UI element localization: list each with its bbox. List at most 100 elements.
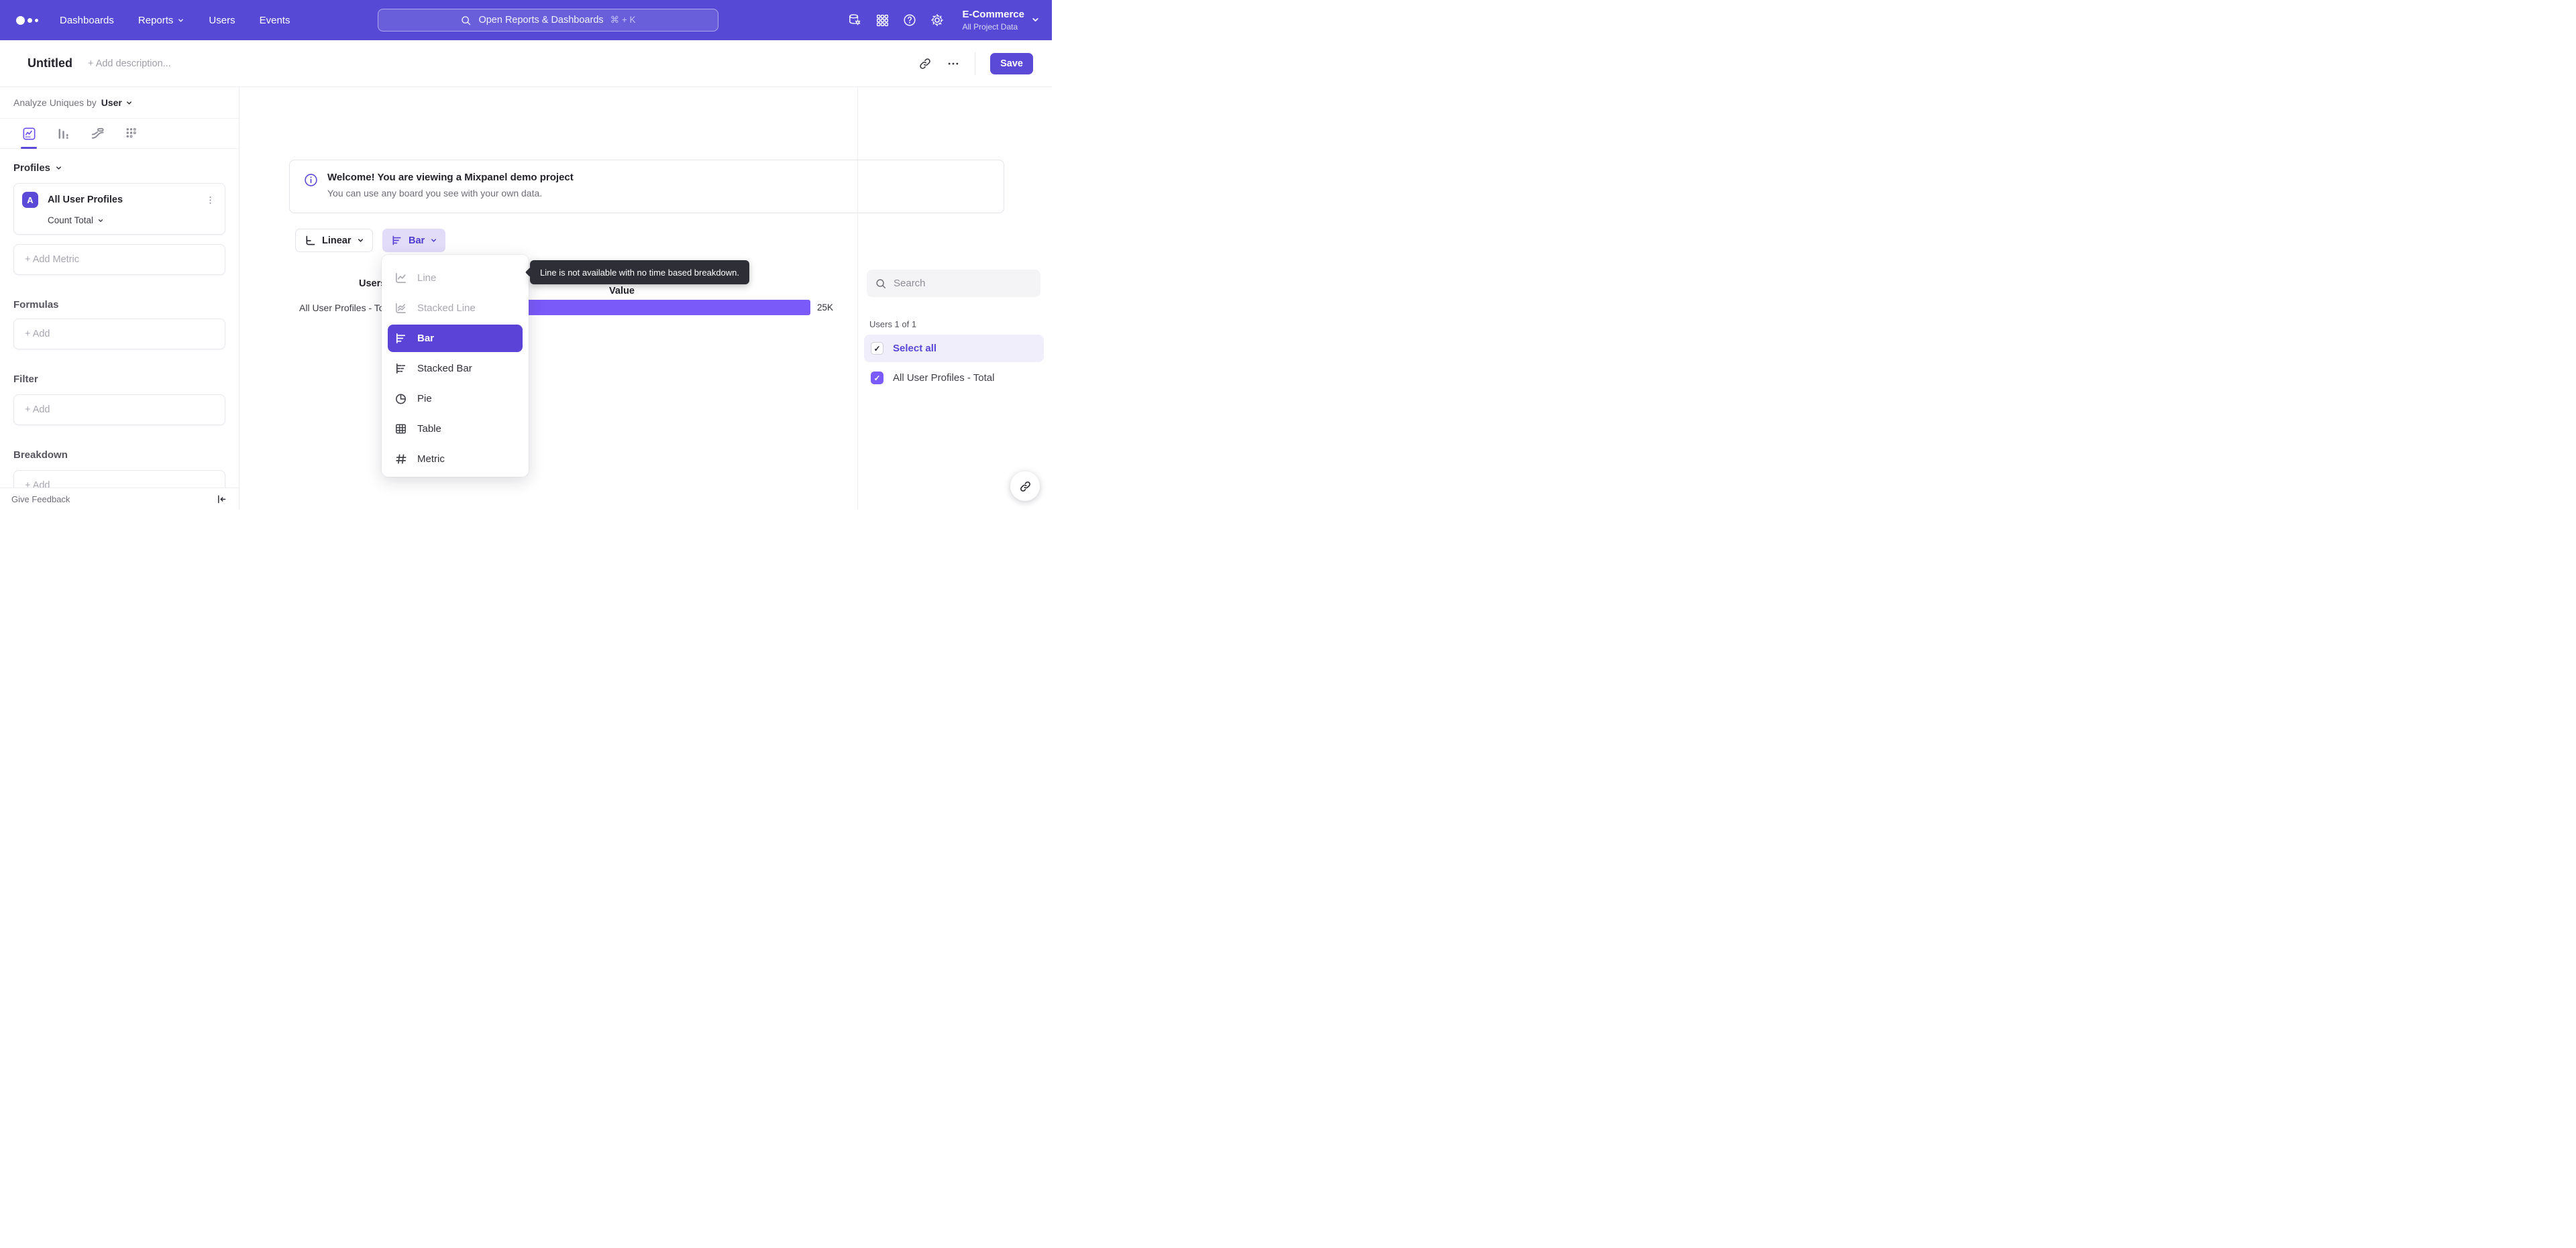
- series-item-row[interactable]: ✓ All User Profiles - Total: [864, 364, 1044, 392]
- series-item-label: All User Profiles - Total: [893, 372, 995, 384]
- profiles-heading-label: Profiles: [13, 162, 51, 174]
- menu-item-stacked-bar[interactable]: Stacked Bar: [382, 353, 529, 384]
- menu-item-stacked-line[interactable]: Stacked Line: [382, 293, 529, 323]
- insights-chart-icon: [21, 126, 37, 141]
- analyze-label: Analyze Uniques by: [13, 97, 97, 108]
- series-search-field[interactable]: [867, 270, 1040, 297]
- chevron-down-icon: [1031, 15, 1040, 24]
- menu-item-metric[interactable]: Metric: [382, 444, 529, 474]
- mixpanel-logo-icon[interactable]: [16, 15, 38, 25]
- settings-gear-icon[interactable]: [929, 12, 945, 28]
- menu-item-line[interactable]: Line: [382, 263, 529, 293]
- flows-icon: [90, 126, 105, 141]
- menu-item-label: Pie: [417, 393, 432, 404]
- nav-item-reports[interactable]: Reports: [138, 15, 185, 26]
- chevron-down-icon: [97, 217, 104, 224]
- divider: [857, 87, 858, 510]
- global-search-shortcut: ⌘ + K: [610, 15, 636, 25]
- stacked-line-chart-icon: [394, 301, 408, 315]
- select-all-row[interactable]: ✓ Select all: [864, 335, 1044, 362]
- nav-right: E-Commerce All Project Data: [847, 0, 1040, 40]
- nav-item-events[interactable]: Events: [260, 15, 290, 26]
- chevron-down-icon: [177, 17, 184, 24]
- aggregation-dropdown[interactable]: Count Total: [48, 215, 104, 225]
- report-title[interactable]: Untitled: [28, 56, 72, 70]
- help-icon[interactable]: [902, 12, 918, 28]
- nav-item-label: Reports: [138, 14, 174, 26]
- add-breakdown-button[interactable]: + Add: [13, 470, 225, 488]
- report-actions: Save: [918, 52, 1033, 75]
- nav-item-label: Users: [209, 14, 235, 26]
- tab-flows[interactable]: [89, 119, 105, 149]
- scale-selector-button[interactable]: Linear: [295, 229, 373, 252]
- menu-item-label: Stacked Line: [417, 302, 476, 314]
- global-search-placeholder: Open Reports & Dashboards: [478, 15, 604, 25]
- metric-name[interactable]: All User Profiles: [48, 194, 204, 205]
- project-scope: All Project Data: [962, 21, 1018, 32]
- copy-link-fab[interactable]: [1010, 471, 1040, 501]
- series-item-checkbox[interactable]: ✓: [871, 372, 883, 384]
- banner-title: Welcome! You are viewing a Mixpanel demo…: [327, 172, 574, 183]
- metric-card[interactable]: A All User Profiles Count Total: [13, 183, 225, 235]
- report-canvas: Welcome! You are viewing a Mixpanel demo…: [239, 87, 1052, 510]
- demo-banner: Welcome! You are viewing a Mixpanel demo…: [289, 160, 1004, 213]
- sidebar-scroll: Analyze Uniques by User Profiles A All U…: [0, 87, 239, 488]
- metric-badge: A: [22, 192, 38, 208]
- chart-type-selector-button[interactable]: Bar: [382, 229, 446, 252]
- chart-row-label: All User Profiles - Total: [299, 302, 394, 313]
- bar-chart-icon: [394, 331, 408, 345]
- apps-grid-icon[interactable]: [874, 12, 890, 28]
- add-formula-button[interactable]: + Add: [13, 319, 225, 349]
- aggregation-value: Count Total: [48, 215, 94, 225]
- menu-item-label: Line: [417, 272, 437, 284]
- select-all-checkbox[interactable]: ✓: [871, 342, 883, 355]
- add-filter-button[interactable]: + Add: [13, 394, 225, 425]
- stacked-bar-chart-icon: [394, 361, 408, 376]
- copy-link-icon[interactable]: [918, 57, 932, 70]
- search-icon: [460, 15, 472, 26]
- save-button[interactable]: Save: [990, 52, 1033, 74]
- analyze-entity-value: User: [101, 97, 122, 108]
- chart-type-menu: Line Stacked Line Bar Stacked Bar Pie Ta…: [382, 255, 529, 477]
- nav-menu: Dashboards Reports Users Events: [60, 15, 290, 26]
- series-search-input[interactable]: [894, 278, 1032, 289]
- metric-hash-icon: [394, 452, 408, 466]
- banner-subtitle: You can use any board you see with your …: [327, 188, 543, 198]
- tab-retention[interactable]: [123, 119, 140, 149]
- report-header: Untitled + Add description... Save: [0, 40, 1052, 87]
- tab-funnels[interactable]: [55, 119, 71, 149]
- link-icon: [1019, 480, 1032, 493]
- project-name: E-Commerce: [962, 8, 1024, 20]
- analyze-entity-dropdown[interactable]: User: [101, 97, 133, 108]
- linear-scale-icon: [304, 234, 317, 247]
- table-icon: [394, 422, 408, 436]
- builder-tabs: [0, 119, 239, 149]
- project-selector[interactable]: E-Commerce All Project Data: [962, 9, 1040, 32]
- menu-item-bar[interactable]: Bar: [388, 325, 523, 352]
- data-management-icon[interactable]: [847, 12, 863, 28]
- tab-insights[interactable]: [21, 119, 37, 149]
- menu-item-table[interactable]: Table: [382, 414, 529, 444]
- chevron-down-icon: [125, 99, 133, 107]
- add-metric-button[interactable]: + Add Metric: [13, 244, 225, 275]
- chevron-down-icon: [430, 237, 437, 244]
- formulas-section-heading: Formulas: [13, 299, 59, 310]
- select-all-label: Select all: [893, 343, 937, 354]
- menu-item-pie[interactable]: Pie: [382, 384, 529, 414]
- collapse-sidebar-icon[interactable]: [216, 494, 227, 505]
- global-search-button[interactable]: Open Reports & Dashboards ⌘ + K: [378, 9, 718, 32]
- kebab-menu-icon[interactable]: [204, 194, 217, 207]
- nav-item-dashboards[interactable]: Dashboards: [60, 15, 114, 26]
- chart-type-selector-label: Bar: [409, 235, 425, 246]
- more-options-icon[interactable]: [947, 57, 960, 70]
- breakdown-section-heading: Breakdown: [13, 449, 68, 461]
- give-feedback-link[interactable]: Give Feedback: [11, 494, 70, 504]
- chart-column-header-value: Value: [609, 286, 635, 296]
- info-icon: [304, 173, 318, 213]
- add-description-field[interactable]: + Add description...: [88, 58, 171, 69]
- sidebar-footer: Give Feedback: [0, 488, 239, 510]
- menu-item-label: Stacked Bar: [417, 363, 472, 374]
- profiles-section-heading[interactable]: Profiles: [13, 162, 225, 174]
- chart-bar-value-label: 25K: [817, 302, 834, 313]
- nav-item-users[interactable]: Users: [209, 15, 235, 26]
